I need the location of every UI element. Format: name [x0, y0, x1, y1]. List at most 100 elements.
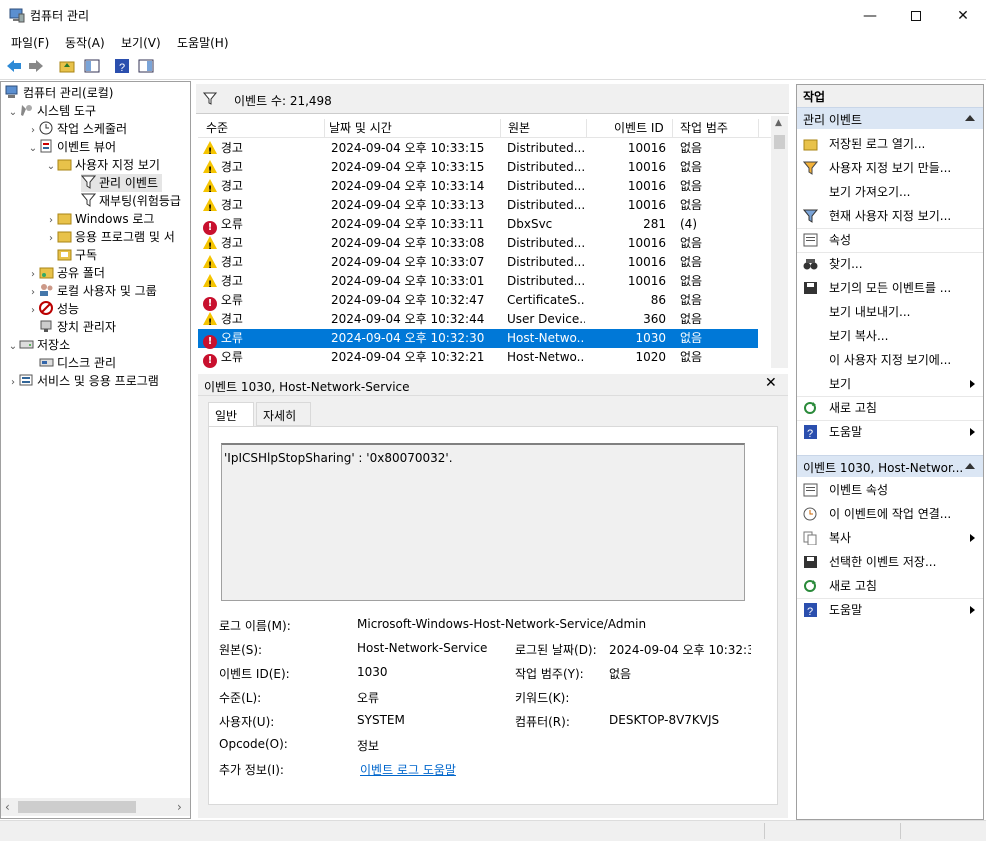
close-button[interactable]: ✕	[940, 0, 986, 31]
table-row[interactable]: ! 오류 2024-09-04 오후 10:32:21 Host-Netwo... 1…	[198, 348, 758, 368]
minimize-button[interactable]: —	[847, 0, 893, 31]
tree-disk-management[interactable]: 디스크 관리	[39, 354, 116, 372]
tree-device-manager[interactable]: 장치 관리자	[39, 318, 116, 336]
action-item-1[interactable]: 사용자 지정 보기 만들...	[797, 156, 983, 180]
table-row[interactable]: ! 오류 2024-09-04 오후 10:32:30 Host-Netwo... 1…	[198, 329, 758, 349]
action-item-11[interactable]: 새로 고침	[797, 396, 983, 420]
table-row[interactable]: 경고 2024-09-04 오후 10:33:15 Distributed... 10…	[198, 139, 758, 158]
collapse-chevron-icon[interactable]: ⌄	[27, 140, 39, 158]
tab-general[interactable]: 일반	[208, 402, 254, 427]
task-category-value[interactable]: 없음	[609, 665, 631, 682]
tree-horizontal-scrollbar[interactable]: ‹ ›	[1, 798, 190, 816]
tree-root[interactable]: 컴퓨터 관리(로컬)	[5, 84, 113, 102]
scroll-up-icon[interactable]: ▲	[775, 118, 782, 128]
expand-chevron-icon[interactable]: ›	[45, 230, 57, 248]
tree-subscriptions[interactable]: 구독	[57, 246, 97, 264]
forward-button[interactable]	[27, 57, 45, 75]
back-button[interactable]	[5, 57, 23, 75]
table-row[interactable]: 경고 2024-09-04 오후 10:33:13 Distributed... 10…	[198, 196, 758, 215]
up-folder-button[interactable]	[58, 57, 76, 75]
collapse-chevron-icon[interactable]: ⌄	[7, 338, 19, 356]
action-item-5[interactable]: 찾기...	[797, 252, 983, 276]
close-detail-icon[interactable]: ✕	[765, 375, 777, 391]
menu-file[interactable]: 파일(F)	[11, 34, 49, 51]
opcode-value[interactable]: 정보	[357, 737, 379, 754]
table-row[interactable]: ! 오류 2024-09-04 오후 10:32:47 CertificateS..…	[198, 291, 758, 311]
col-datetime[interactable]: 날짜 및 시간	[329, 119, 392, 136]
event-description[interactable]: 'IpICSHlpStopSharing' : '0x80070032'.	[221, 443, 745, 601]
show-hide-tree-button[interactable]	[83, 57, 101, 75]
tree-local-users[interactable]: › 로컬 사용자 및 그룹	[27, 282, 157, 300]
table-row[interactable]: 경고 2024-09-04 오후 10:33:08 Distributed... 10…	[198, 234, 758, 253]
menu-action[interactable]: 동작(A)	[65, 34, 105, 51]
table-row[interactable]: ! 오류 2024-09-04 오후 10:33:11 DbxSvc 281 (4)	[198, 215, 758, 235]
menu-help[interactable]: 도움말(H)	[177, 34, 229, 51]
event-action-item-1[interactable]: 이 이벤트에 작업 연결...	[797, 502, 983, 526]
scroll-thumb[interactable]	[774, 135, 785, 149]
scroll-thumb[interactable]	[18, 801, 136, 813]
tree-reboot-view[interactable]: 재부팅(위험등급	[81, 192, 181, 210]
maximize-button[interactable]	[893, 0, 939, 31]
action-item-3[interactable]: 현재 사용자 지정 보기...	[797, 204, 983, 228]
table-row[interactable]: 경고 2024-09-04 오후 10:33:14 Distributed... 10…	[198, 177, 758, 196]
action-item-6[interactable]: 보기의 모든 이벤트를 ...	[797, 276, 983, 300]
tree-event-viewer[interactable]: ⌄ 이벤트 뷰어	[27, 138, 116, 156]
computer-value[interactable]: DESKTOP-8V7KVJS	[609, 713, 719, 727]
scroll-right-icon[interactable]: ›	[177, 800, 182, 814]
table-row[interactable]: 경고 2024-09-04 오후 10:33:01 Distributed... 10…	[198, 272, 758, 291]
level-value[interactable]: 오류	[357, 689, 379, 706]
section-admin-events[interactable]: 관리 이벤트	[797, 107, 983, 129]
expand-chevron-icon[interactable]: ›	[27, 302, 39, 320]
action-item-12[interactable]: ? 도움말	[797, 420, 983, 444]
collapse-chevron-icon[interactable]: ⌄	[45, 158, 57, 176]
grid-vertical-scrollbar[interactable]: ▲	[771, 116, 788, 368]
event-action-item-5[interactable]: ? 도움말	[797, 598, 983, 622]
action-item-9[interactable]: 이 사용자 지정 보기에...	[797, 348, 983, 372]
tree-storage[interactable]: ⌄ 저장소	[7, 336, 70, 354]
event-action-item-3[interactable]: 선택한 이벤트 저장...	[797, 550, 983, 574]
scroll-left-icon[interactable]: ‹	[5, 800, 10, 814]
expand-chevron-icon[interactable]: ›	[7, 374, 19, 392]
tree-performance[interactable]: › 성능	[27, 300, 79, 318]
action-item-8[interactable]: 보기 복사...	[797, 324, 983, 348]
event-id-value[interactable]: 1030	[357, 665, 388, 679]
tree-admin-events[interactable]: 관리 이벤트	[81, 174, 163, 192]
warning-icon	[203, 160, 217, 177]
tab-details[interactable]: 자세히	[256, 402, 311, 426]
collapse-chevron-icon[interactable]: ⌄	[7, 104, 19, 122]
source-value[interactable]: Host-Network-Service	[357, 641, 487, 655]
table-row[interactable]: 경고 2024-09-04 오후 10:33:15 Distributed... 10…	[198, 158, 758, 177]
tree-custom-views[interactable]: ⌄ 사용자 지정 보기	[45, 156, 160, 174]
user-value[interactable]: SYSTEM	[357, 713, 405, 727]
table-row[interactable]: 경고 2024-09-04 오후 10:32:44 User Device... 36…	[198, 310, 758, 329]
log-name-value[interactable]: Microsoft-Windows-Host-Network-Service/A…	[357, 617, 646, 631]
collapse-caret-icon[interactable]	[965, 463, 975, 469]
tree-windows-logs[interactable]: › Windows 로그	[45, 210, 154, 228]
section-selected-event[interactable]: 이벤트 1030, Host-Networ...	[797, 455, 983, 477]
logged-value[interactable]: 2024-09-04 오후 10:32:3(	[609, 641, 751, 658]
table-row[interactable]: 경고 2024-09-04 오후 10:33:07 Distributed... 10…	[198, 253, 758, 272]
event-action-item-4[interactable]: 새로 고침	[797, 574, 983, 598]
tree-app-service-logs[interactable]: › 응용 프로그램 및 서	[45, 228, 175, 246]
tree-task-scheduler[interactable]: › 작업 스케줄러	[27, 120, 127, 138]
event-action-item-0[interactable]: 이벤트 속성	[797, 478, 983, 502]
collapse-caret-icon[interactable]	[965, 115, 975, 121]
tree-services-apps[interactable]: › 서비스 및 응용 프로그램	[7, 372, 159, 390]
tree-shared-folders[interactable]: › 공유 폴더	[27, 264, 105, 282]
action-item-0[interactable]: 저장된 로그 열기...	[797, 132, 983, 156]
col-event-id[interactable]: 이벤트 ID	[614, 119, 664, 136]
event-action-item-2[interactable]: 복사	[797, 526, 983, 550]
action-item-2[interactable]: 보기 가져오기...	[797, 180, 983, 204]
col-level[interactable]: 수준	[206, 119, 228, 136]
col-source[interactable]: 원본	[508, 119, 530, 136]
action-item-4[interactable]: 속성	[797, 228, 983, 252]
action-item-7[interactable]: 보기 내보내기...	[797, 300, 983, 324]
help-button[interactable]: ?	[113, 57, 131, 75]
show-action-pane-button[interactable]	[137, 57, 155, 75]
col-task-category[interactable]: 작업 범주	[680, 119, 728, 136]
cell-category: 없음	[680, 141, 703, 155]
tree-system-tools[interactable]: ⌄ 시스템 도구	[7, 102, 96, 120]
action-item-10[interactable]: 보기	[797, 372, 983, 396]
menu-view[interactable]: 보기(V)	[121, 34, 161, 51]
event-log-help-link[interactable]: 이벤트 로그 도움말	[360, 761, 456, 778]
